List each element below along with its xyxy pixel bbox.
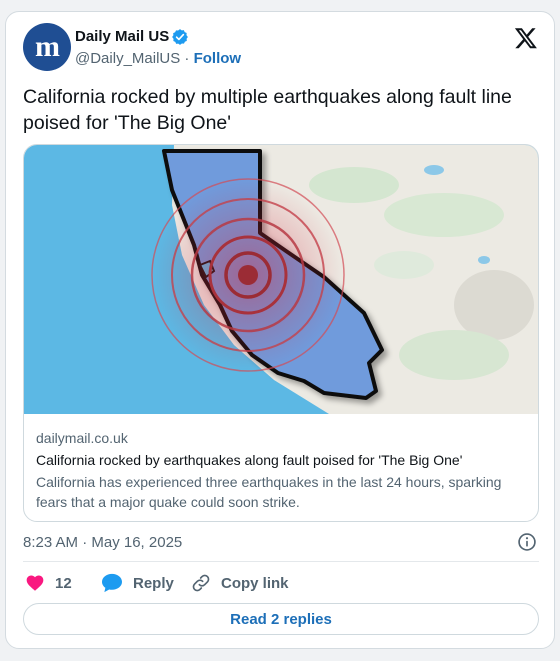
author-handle[interactable]: @Daily_MailUS — [75, 50, 180, 67]
like-button[interactable]: 12 — [25, 572, 72, 594]
daily-mail-logo: m — [35, 30, 60, 63]
author-handle-row: @Daily_MailUS · Follow — [75, 50, 241, 67]
info-icon[interactable] — [517, 532, 537, 552]
link-preview-card[interactable]: dailymail.co.uk California rocked by ear… — [23, 144, 539, 522]
tweet-card: m Daily Mail US @Daily_MailUS · Follow C… — [5, 11, 555, 649]
tweet-text: California rocked by multiple earthquake… — [23, 86, 512, 134]
avatar[interactable]: m — [23, 23, 71, 71]
copy-link-button[interactable]: Copy link — [191, 572, 289, 594]
like-count: 12 — [55, 574, 72, 592]
handle-separator: · — [184, 50, 190, 67]
author-name[interactable]: Daily Mail US — [75, 28, 169, 45]
follow-button[interactable]: Follow — [194, 50, 242, 67]
reply-label: Reply — [133, 574, 174, 592]
verified-badge-icon — [172, 29, 188, 45]
california-earthquake-map — [24, 145, 538, 414]
tweet-timestamp[interactable]: 8:23 AM · May 16, 2025 — [23, 534, 182, 551]
heart-icon — [26, 575, 44, 591]
link-description: California has experienced three earthqu… — [36, 474, 502, 510]
divider — [23, 561, 539, 562]
x-logo-icon[interactable] — [514, 26, 538, 50]
link-title: California rocked by earthquakes along f… — [36, 452, 463, 468]
link-domain: dailymail.co.uk — [36, 430, 128, 446]
reply-button[interactable]: Reply — [101, 572, 174, 594]
read-replies-button[interactable]: Read 2 replies — [23, 603, 539, 635]
link-icon — [192, 574, 210, 592]
copy-link-label: Copy link — [221, 574, 289, 592]
speech-bubble-icon — [102, 573, 122, 593]
